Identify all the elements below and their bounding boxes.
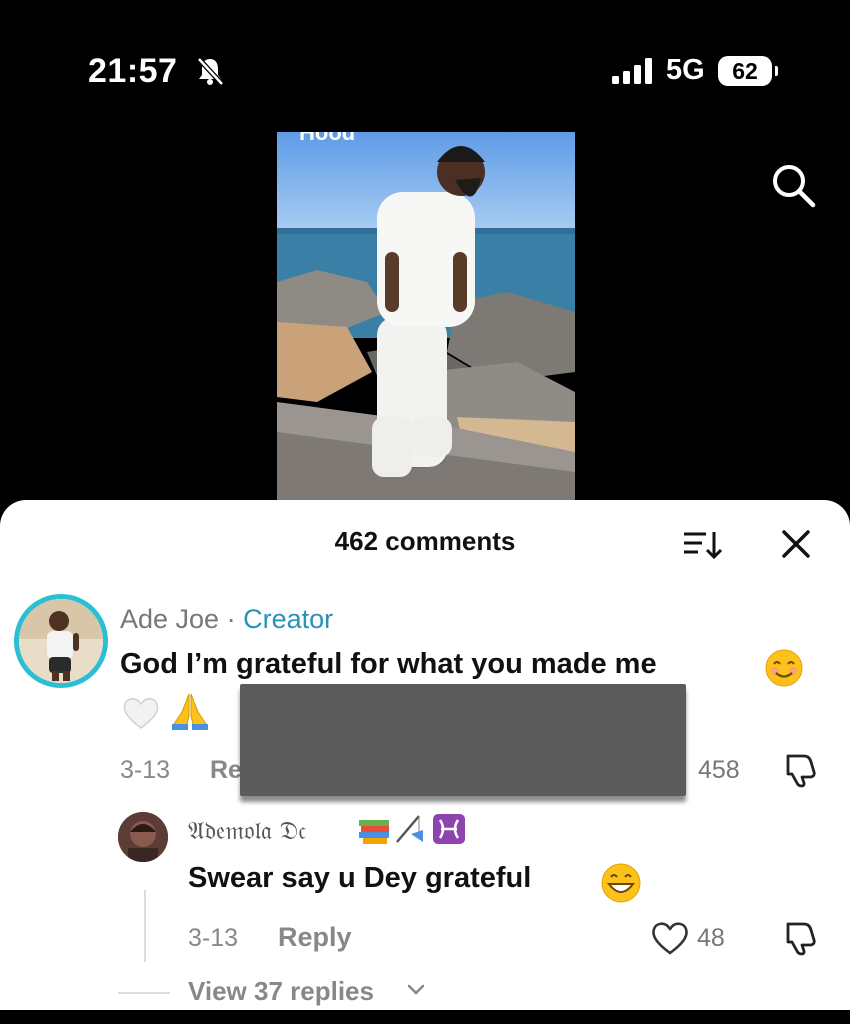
status-bar: 21:57 5G 62 <box>0 0 850 110</box>
avatar[interactable] <box>118 812 168 862</box>
comment-date: 3-13 <box>188 924 239 952</box>
comment-text: God I’m grateful for what you made me <box>120 648 657 680</box>
bottom-edge <box>0 1010 850 1024</box>
separator: · <box>219 604 244 634</box>
folded-hands-emoji-icon <box>172 693 208 730</box>
view-replies-button[interactable]: View 37 replies <box>188 976 374 1007</box>
video-preview[interactable]: Hood <box>277 132 575 500</box>
comments-sheet: 462 comments Ade Joe · Creator God I’m g… <box>0 500 850 1024</box>
close-icon[interactable] <box>780 528 812 560</box>
avatar-image <box>118 812 168 862</box>
reply-button[interactable]: Reply <box>278 922 352 953</box>
like-count: 48 <box>697 924 725 952</box>
like-count: 458 <box>698 756 740 784</box>
dislike-icon[interactable] <box>782 752 820 788</box>
avatar-image <box>19 599 103 683</box>
status-time: 21:57 <box>88 52 178 90</box>
avatar[interactable] <box>14 594 108 688</box>
silent-bell-icon <box>197 57 224 86</box>
comments-count: 462 comments <box>334 526 516 556</box>
white-heart-emoji-icon <box>123 698 159 729</box>
video-frame <box>277 132 575 500</box>
sort-icon[interactable] <box>682 530 722 560</box>
reply-button[interactable]: Re <box>210 756 242 785</box>
redaction-overlay <box>240 684 686 796</box>
battery-tip <box>775 66 778 76</box>
dislike-icon[interactable] <box>782 920 820 956</box>
video-caption: Hood <box>299 132 356 145</box>
network-type: 5G <box>666 54 705 86</box>
signal-icon <box>612 58 652 84</box>
username-emoji-icons <box>359 814 465 844</box>
comment-author[interactable]: 𝔄𝔡𝔢𝔪𝔬𝔩𝔞 𝔇𝔠 <box>188 816 306 846</box>
battery-level: 62 <box>718 56 772 86</box>
chevron-down-icon[interactable] <box>404 980 428 1000</box>
comment-author[interactable]: Ade Joe · Creator <box>120 604 333 635</box>
thread-line <box>144 890 146 962</box>
view-replies-line <box>118 992 170 994</box>
author-name[interactable]: Ade Joe <box>120 604 219 634</box>
comment-date: 3-13 <box>120 756 171 784</box>
creator-badge: Creator <box>243 604 334 634</box>
grinning-face-emoji-icon <box>601 863 641 903</box>
heart-icon[interactable] <box>650 920 690 956</box>
comment-text: Swear say u Dey grateful <box>188 862 532 894</box>
search-icon[interactable] <box>768 160 818 210</box>
smiling-face-emoji-icon <box>765 649 803 687</box>
